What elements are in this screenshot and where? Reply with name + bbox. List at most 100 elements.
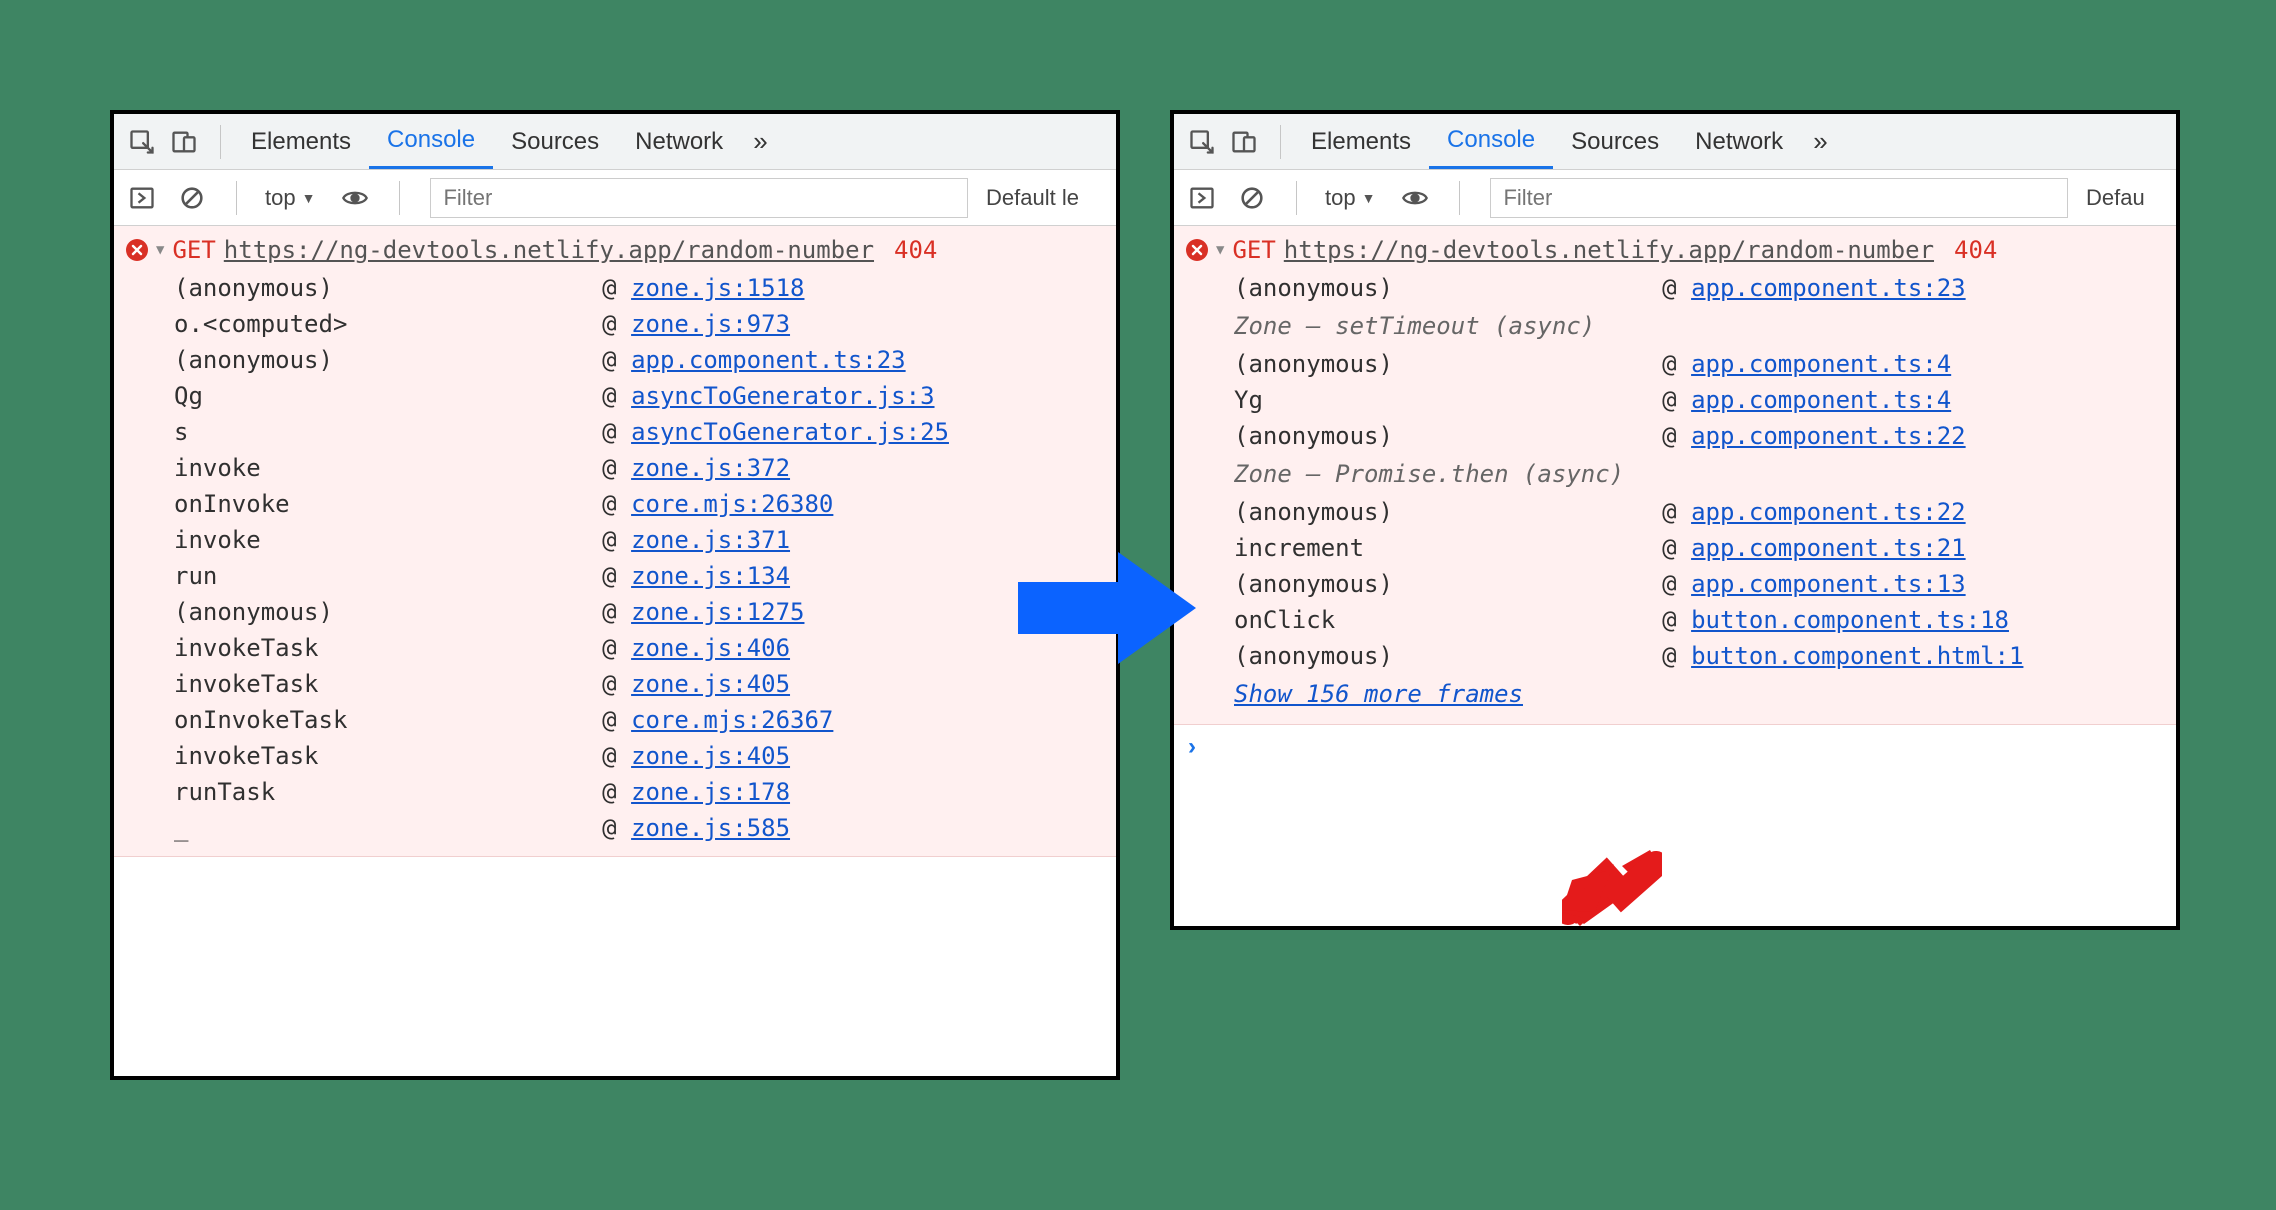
source-link[interactable]: core.mjs:26367 [631, 706, 833, 734]
tab-sources[interactable]: Sources [493, 114, 617, 169]
stack-frame: invoke@ zone.js:371 [174, 522, 1116, 558]
source-link[interactable]: zone.js:973 [631, 310, 790, 338]
expand-toggle-icon[interactable]: ▼ [156, 242, 164, 258]
tab-elements[interactable]: Elements [1293, 114, 1429, 169]
source-link[interactable]: asyncToGenerator.js:3 [631, 382, 934, 410]
stack-frame: invokeTask@ zone.js:405 [174, 666, 1116, 702]
frame-location: @ app.component.ts:13 [1662, 570, 2176, 598]
stack-frame: (anonymous)@ zone.js:1275 [174, 594, 1116, 630]
source-link[interactable]: asyncToGenerator.js:25 [631, 418, 949, 446]
tab-elements[interactable]: Elements [233, 114, 369, 169]
device-toggle-icon[interactable] [166, 124, 202, 160]
frame-location: @ zone.js:1518 [602, 274, 1116, 302]
frame-location: @ zone.js:405 [602, 670, 1116, 698]
frame-function: invokeTask [174, 742, 602, 770]
source-link[interactable]: app.component.ts:13 [1691, 570, 1966, 598]
stack-frame: (anonymous)@ zone.js:1518 [174, 270, 1116, 306]
error-message[interactable]: ▼ GET https://ng-devtools.netlify.app/ra… [1174, 232, 2176, 266]
stack-frame: run@ zone.js:134 [174, 558, 1116, 594]
inspect-icon[interactable] [1184, 124, 1220, 160]
source-link[interactable]: app.component.ts:22 [1691, 422, 1966, 450]
source-link[interactable]: zone.js:585 [631, 814, 790, 842]
source-link[interactable]: app.component.ts:4 [1691, 386, 1951, 414]
divider [220, 125, 221, 159]
source-link[interactable]: zone.js:405 [631, 742, 790, 770]
frame-location: @ app.component.ts:23 [1662, 274, 2176, 302]
source-link[interactable]: app.component.ts:21 [1691, 534, 1966, 562]
source-link[interactable]: zone.js:1275 [631, 598, 804, 626]
source-link[interactable]: zone.js:406 [631, 634, 790, 662]
filter-input[interactable] [1490, 178, 2068, 218]
frame-location: @ zone.js:406 [602, 634, 1116, 662]
request-url[interactable]: https://ng-devtools.netlify.app/random-n… [224, 236, 874, 264]
frame-location: @ zone.js:973 [602, 310, 1116, 338]
expand-toggle-icon[interactable]: ▼ [1216, 242, 1224, 258]
live-expression-icon[interactable] [1397, 180, 1433, 216]
source-link[interactable]: button.component.html:1 [1691, 642, 2023, 670]
source-link[interactable]: app.component.ts:22 [1691, 498, 1966, 526]
stack-frame: (anonymous)@ app.component.ts:22 [1234, 418, 2176, 454]
tab-console[interactable]: Console [1429, 114, 1553, 169]
http-method: GET [172, 236, 215, 264]
frame-function: Qg [174, 382, 602, 410]
console-toolbar: top ▼ Default le [114, 170, 1116, 226]
error-message[interactable]: ▼ GET https://ng-devtools.netlify.app/ra… [114, 232, 1116, 266]
frame-location: @ zone.js:1275 [602, 598, 1116, 626]
frame-function: (anonymous) [174, 274, 602, 302]
source-link[interactable]: zone.js:178 [631, 778, 790, 806]
tabs-overflow-icon[interactable]: » [741, 126, 779, 157]
clear-console-icon[interactable] [174, 180, 210, 216]
divider [399, 181, 400, 215]
async-zone-label: Zone — Promise.then (async) [1234, 454, 2176, 494]
tab-sources[interactable]: Sources [1553, 114, 1677, 169]
stack-frame: o.<computed>@ zone.js:973 [174, 306, 1116, 342]
source-link[interactable]: core.mjs:26380 [631, 490, 833, 518]
stack-frame: (anonymous)@ app.component.ts:4 [1234, 346, 2176, 382]
log-level-selector[interactable]: Default le [986, 185, 1106, 211]
live-expression-icon[interactable] [337, 180, 373, 216]
inspect-icon[interactable] [124, 124, 160, 160]
stack-trace: (anonymous)@ app.component.ts:23Zone — s… [1174, 266, 2176, 718]
frame-location: @ app.component.ts:4 [1662, 386, 2176, 414]
frame-location: @ core.mjs:26367 [602, 706, 1116, 734]
stack-frame: (anonymous)@ button.component.html:1 [1234, 638, 2176, 674]
async-zone-label: Zone — setTimeout (async) [1234, 306, 2176, 346]
source-link[interactable]: button.component.ts:18 [1691, 606, 2009, 634]
tab-network[interactable]: Network [617, 114, 741, 169]
sidebar-toggle-icon[interactable] [124, 180, 160, 216]
stack-frame: onInvokeTask@ core.mjs:26367 [174, 702, 1116, 738]
context-label: top [265, 185, 296, 211]
clear-console-icon[interactable] [1234, 180, 1270, 216]
console-prompt[interactable]: › [1174, 725, 2176, 769]
source-link[interactable]: zone.js:1518 [631, 274, 804, 302]
frame-function: (anonymous) [174, 598, 602, 626]
show-more-frames[interactable]: Show 156 more frames [1234, 674, 2176, 714]
request-url[interactable]: https://ng-devtools.netlify.app/random-n… [1284, 236, 1934, 264]
tab-network[interactable]: Network [1677, 114, 1801, 169]
frame-location: @ asyncToGenerator.js:3 [602, 382, 1116, 410]
http-status: 404 [894, 236, 937, 264]
frame-function: runTask [174, 778, 602, 806]
source-link[interactable]: zone.js:372 [631, 454, 790, 482]
source-link[interactable]: app.component.ts:23 [631, 346, 906, 374]
tabs-overflow-icon[interactable]: » [1801, 126, 1839, 157]
source-link[interactable]: zone.js:371 [631, 526, 790, 554]
source-link[interactable]: zone.js:134 [631, 562, 790, 590]
stack-frame: (anonymous)@ app.component.ts:22 [1234, 494, 2176, 530]
stack-frame: onClick@ button.component.ts:18 [1234, 602, 2176, 638]
sidebar-toggle-icon[interactable] [1184, 180, 1220, 216]
filter-input[interactable] [430, 178, 968, 218]
context-selector[interactable]: top ▼ [257, 185, 323, 211]
stack-frame: invokeTask@ zone.js:406 [174, 630, 1116, 666]
stack-frame: runTask@ zone.js:178 [174, 774, 1116, 810]
device-toggle-icon[interactable] [1226, 124, 1262, 160]
context-selector[interactable]: top ▼ [1317, 185, 1383, 211]
source-link[interactable]: app.component.ts:4 [1691, 350, 1951, 378]
tab-console[interactable]: Console [369, 114, 493, 169]
frame-function: _ [174, 814, 602, 842]
source-link[interactable]: app.component.ts:23 [1691, 274, 1966, 302]
source-link[interactable]: zone.js:405 [631, 670, 790, 698]
divider [1296, 181, 1297, 215]
log-level-selector[interactable]: Defau [2086, 185, 2166, 211]
frame-function: invoke [174, 526, 602, 554]
